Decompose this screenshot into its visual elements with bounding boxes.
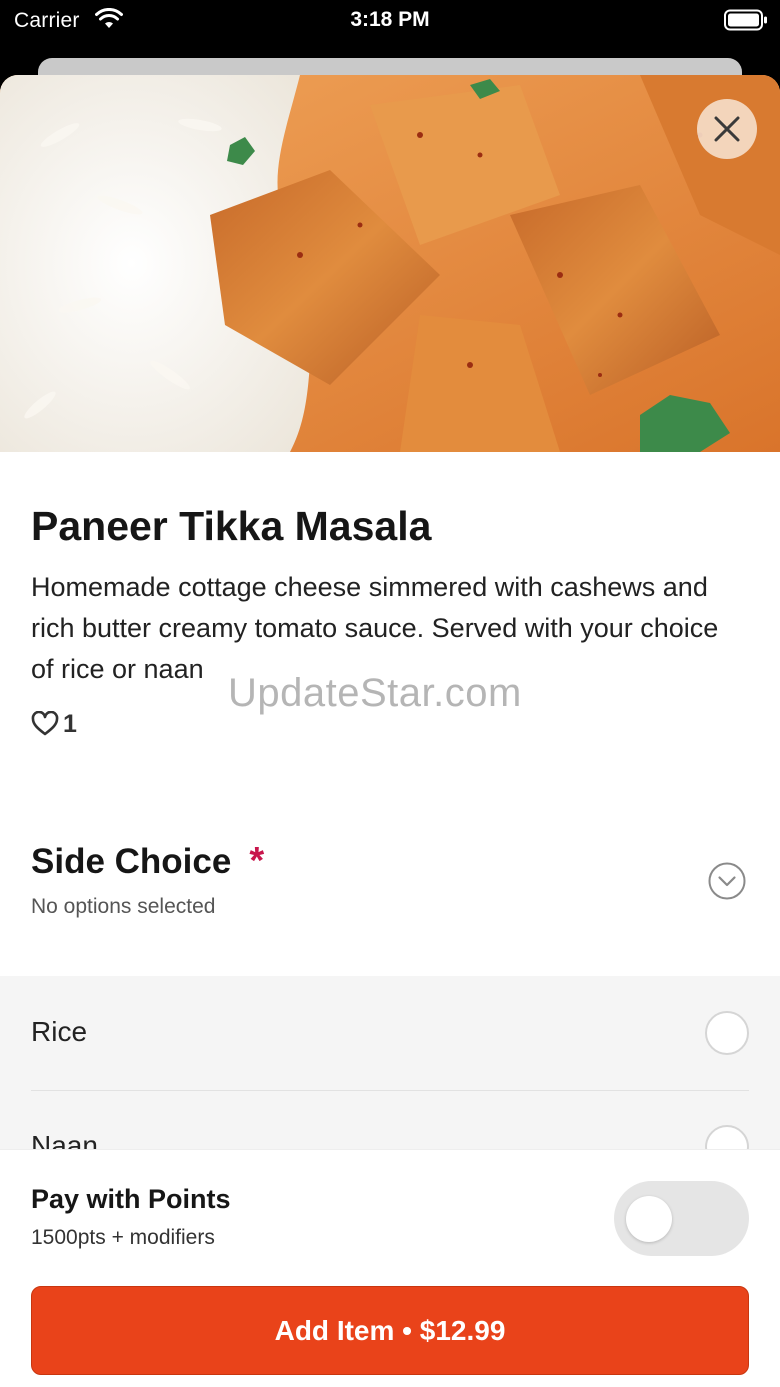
likes-count: 1 <box>63 709 77 738</box>
pay-with-points-subtitle: 1500pts + modifiers <box>31 1226 215 1249</box>
pay-with-points-title: Pay with Points <box>31 1184 231 1214</box>
required-marker: * <box>249 840 265 882</box>
item-detail-sheet: Paneer Tikka Masala Homemade cottage che… <box>0 75 780 1387</box>
food-image <box>0 75 780 452</box>
side-choice-title: Side Choice <box>31 841 232 881</box>
option-label: Rice <box>31 1016 88 1047</box>
heart-icon <box>31 711 59 736</box>
option-radio[interactable] <box>705 1011 749 1055</box>
likes-button[interactable]: 1 <box>31 709 77 739</box>
item-title: Paneer Tikka Masala <box>31 503 432 549</box>
add-item-button[interactable]: Add Item • $12.99 <box>31 1286 749 1375</box>
pay-with-points-toggle[interactable] <box>614 1181 749 1256</box>
battery-icon <box>724 9 767 31</box>
status-time: 3:18 PM <box>350 8 430 31</box>
chevron-down-icon[interactable] <box>707 861 747 901</box>
footer-bar: Pay with Points 1500pts + modifiers Add … <box>0 1149 780 1387</box>
side-choice-subtitle: No options selected <box>31 895 216 918</box>
side-choice-header: Side Choice * <box>31 840 264 883</box>
close-button[interactable] <box>697 99 757 159</box>
toggle-knob <box>626 1196 672 1242</box>
food-illustration <box>0 75 780 452</box>
option-rice[interactable]: Rice <box>31 976 749 1090</box>
status-bar: Carrier 3:18 PM <box>0 0 780 44</box>
watermark: UpdateStar.com <box>228 671 522 715</box>
close-icon <box>714 116 740 142</box>
